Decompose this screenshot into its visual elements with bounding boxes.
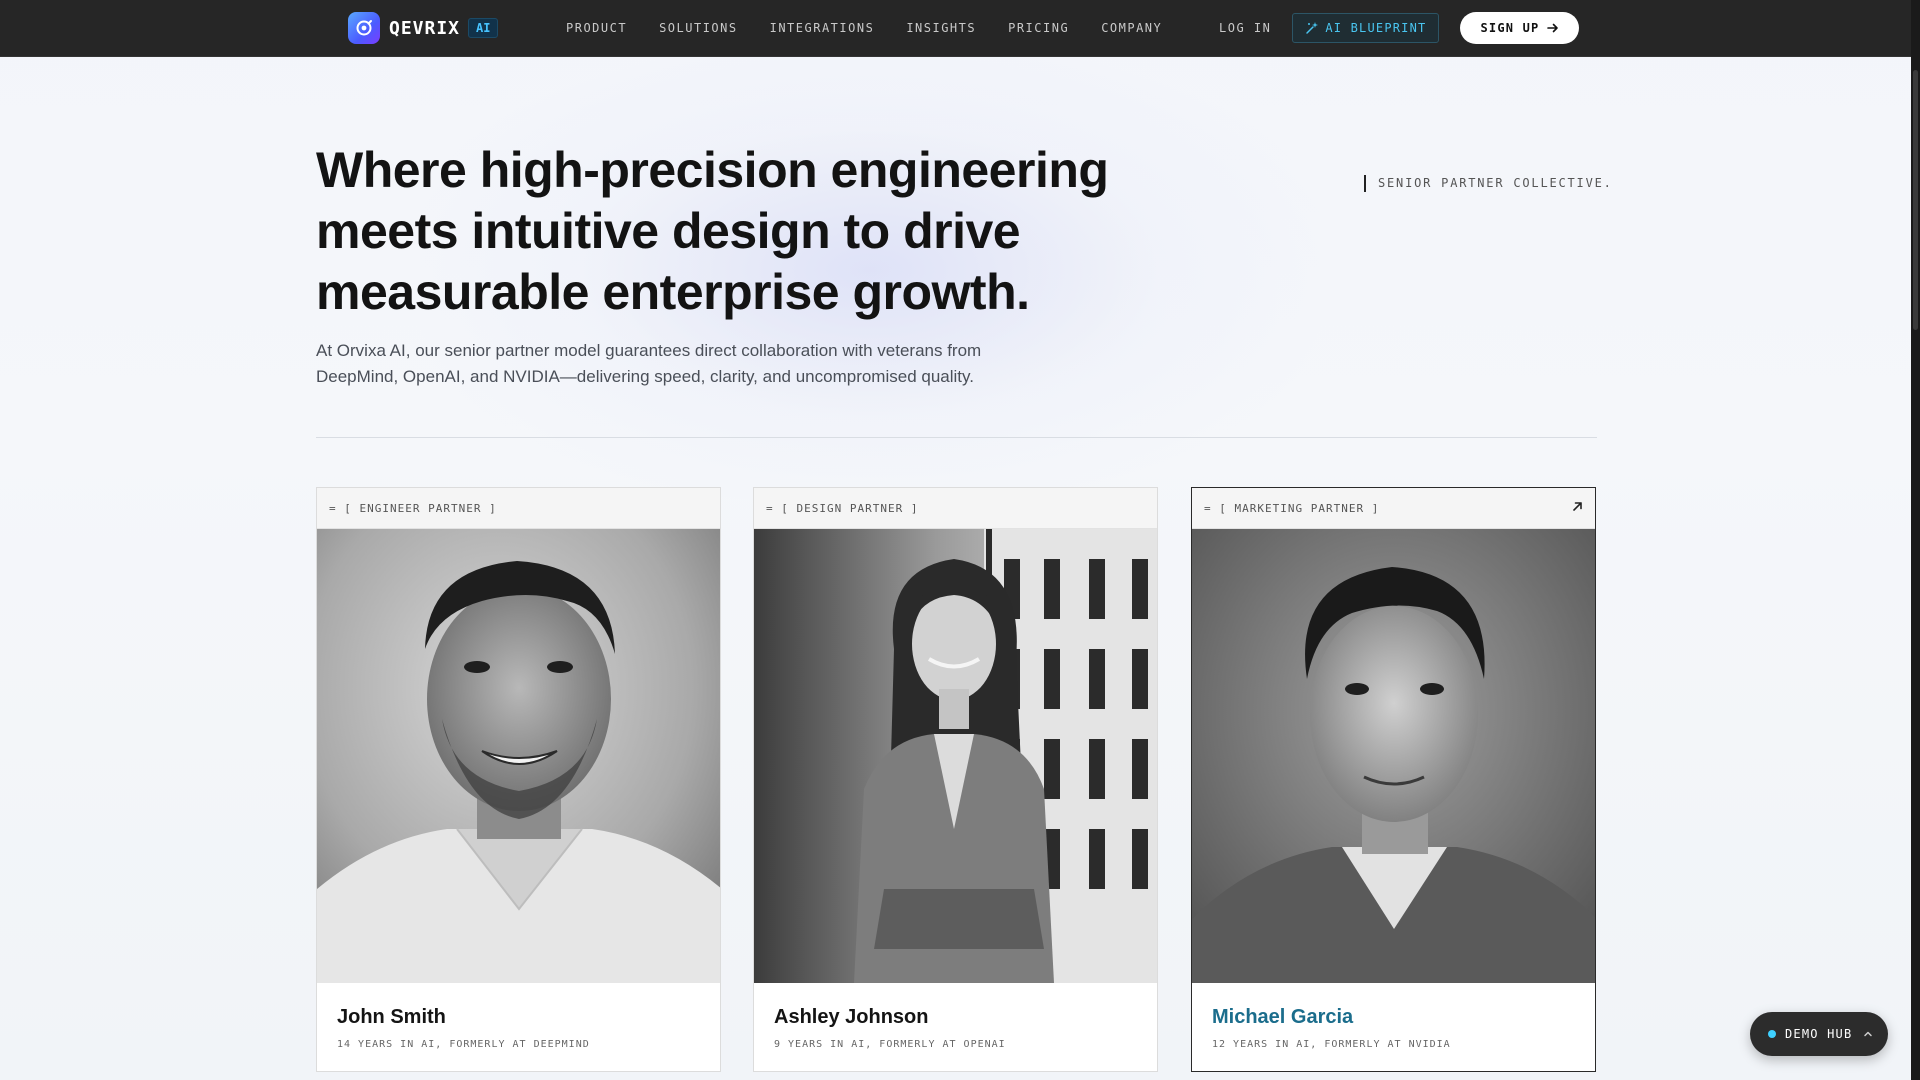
hero-title-line: Where high-precision engineering — [316, 142, 1109, 198]
partner-role-tag: = [ ENGINEER PARTNER ] — [329, 501, 497, 515]
partner-experience: 12 YEARS IN AI, FORMERLY AT NVIDIA — [1212, 1039, 1451, 1050]
partner-name[interactable]: Michael Garcia — [1212, 1006, 1353, 1029]
hero-title-line: measurable enterprise growth. — [316, 264, 1030, 320]
hero-subtitle-line: DeepMind, OpenAI, and NVIDIA—delivering … — [316, 367, 974, 386]
demo-hub-label: DEMO HUB — [1785, 1027, 1853, 1041]
nav-link-company[interactable]: COMPANY — [1101, 21, 1162, 35]
login-link[interactable]: LOG IN — [1219, 21, 1271, 35]
arrow-up-right-icon[interactable] — [1572, 501, 1583, 512]
nav-link-product[interactable]: PRODUCT — [566, 21, 627, 35]
partner-card-marketing[interactable]: = [ MARKETING PARTNER ] Michael Garcia 1… — [1191, 487, 1596, 1072]
section-divider — [316, 437, 1597, 438]
partner-card-engineer[interactable]: = [ ENGINEER PARTNER ] John Smith 14 YEA… — [316, 487, 721, 1072]
primary-nav: PRODUCT SOLUTIONS INTEGRATIONS INSIGHTS … — [566, 0, 1194, 56]
brand-name: QEVRIX — [389, 17, 461, 39]
ai-blueprint-button[interactable]: AI BLUEPRINT — [1292, 13, 1440, 43]
partner-photo — [1192, 529, 1595, 983]
ai-blueprint-label: AI BLUEPRINT — [1325, 21, 1427, 35]
partner-card-header: = [ DESIGN PARTNER ] — [754, 488, 1157, 529]
hero-title: Where high-precision engineering meets i… — [316, 140, 1136, 323]
partner-card-design[interactable]: = [ DESIGN PARTNER ] Ashley Johnson 9 YE… — [753, 487, 1158, 1072]
page-scrollbar[interactable] — [1911, 0, 1920, 1080]
partner-experience: 9 YEARS IN AI, FORMERLY AT OPENAI — [774, 1039, 1006, 1050]
section-tagline: SENIOR PARTNER COLLECTIVE. — [1364, 175, 1613, 192]
partner-photo — [317, 529, 720, 983]
brand-logo-icon — [348, 12, 380, 44]
status-dot-icon — [1768, 1030, 1776, 1038]
scrollbar-thumb[interactable] — [1913, 70, 1918, 330]
brand-ai-badge: AI — [468, 18, 499, 38]
hero-subtitle-line: At Orvixa AI, our senior partner model g… — [316, 341, 982, 360]
nav-link-solutions[interactable]: SOLUTIONS — [659, 21, 738, 35]
partner-experience: 14 YEARS IN AI, FORMERLY AT DEEPMIND — [337, 1039, 590, 1050]
partner-photo — [754, 529, 1157, 983]
sign-up-button[interactable]: SIGN UP — [1460, 12, 1580, 44]
hero-title-line: meets intuitive design to drive — [316, 203, 1021, 259]
partner-role-tag: = [ DESIGN PARTNER ] — [766, 501, 919, 515]
nav-link-integrations[interactable]: INTEGRATIONS — [770, 21, 875, 35]
partner-card-header: = [ ENGINEER PARTNER ] — [317, 488, 720, 529]
arrow-right-icon — [1547, 23, 1559, 33]
brand-logo[interactable]: QEVRIX AI — [348, 12, 499, 44]
nav-actions: LOG IN AI BLUEPRINT SIGN UP — [1219, 0, 1580, 56]
partner-name[interactable]: John Smith — [337, 1006, 446, 1029]
partner-role-tag: = [ MARKETING PARTNER ] — [1204, 501, 1380, 515]
demo-hub-button[interactable]: DEMO HUB — [1750, 1012, 1888, 1056]
sign-up-label: SIGN UP — [1480, 21, 1540, 35]
hero-subtitle: At Orvixa AI, our senior partner model g… — [316, 338, 1016, 390]
partner-name[interactable]: Ashley Johnson — [774, 1006, 928, 1029]
nav-link-pricing[interactable]: PRICING — [1008, 21, 1069, 35]
sparkle-wand-icon — [1306, 22, 1319, 34]
chevron-up-icon — [1864, 1031, 1873, 1037]
partner-card-header: = [ MARKETING PARTNER ] — [1192, 488, 1595, 529]
nav-link-insights[interactable]: INSIGHTS — [906, 21, 976, 35]
top-navigation-bar: QEVRIX AI PRODUCT SOLUTIONS INTEGRATIONS… — [0, 0, 1911, 57]
